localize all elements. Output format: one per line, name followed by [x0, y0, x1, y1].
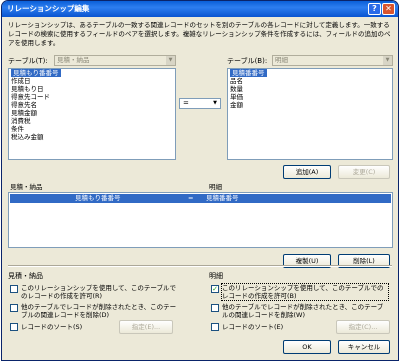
field-list-item[interactable]: 得意先名: [9, 101, 175, 109]
criteria-operator: =: [188, 194, 194, 202]
left-delete-related-label: 他のテーブルでレコードが削除されたとき、このテーブルの関連レコードを削除(D): [21, 303, 177, 319]
field-list-item-label: 得意先名: [11, 101, 37, 109]
relationship-dialog: リレーションシップ編集 ? ✕ リレーションシップは、あるテーブルの一致する関連…: [1, 0, 399, 361]
right-allow-create-label: このリレーションシップを使用して、このテーブルでのレコードの作成を許可(B): [221, 283, 389, 301]
check-icon: ✓: [212, 285, 218, 293]
description-text: リレーションシップは、あるテーブルの一致する関連レコードのセットを別のテーブルの…: [8, 21, 391, 47]
field-list-item-label: 条件: [11, 125, 24, 133]
right-delete-related-checkbox[interactable]: [211, 304, 219, 312]
field-list-item-label: 見積もり番番号: [11, 69, 61, 77]
operator-select[interactable]: = ▼: [179, 98, 221, 109]
criteria-left-field: 見積もり番番号: [75, 194, 121, 202]
left-allow-create-checkbox[interactable]: [10, 285, 18, 293]
field-list-item[interactable]: 得意先コード: [9, 93, 175, 101]
field-list-item-label: 金額: [230, 101, 243, 109]
criteria-list[interactable]: 見積もり番番号 = 見積番番号: [8, 192, 393, 248]
chevron-down-icon: ▼: [383, 56, 392, 65]
right-table-value: 明細: [275, 56, 288, 64]
field-list-item[interactable]: 単価: [228, 93, 392, 101]
options-left-header: 見積・納品: [8, 272, 43, 280]
field-list-item-label: 税込み金額: [11, 133, 44, 141]
add-button[interactable]: 追加(A): [283, 165, 331, 179]
field-list-item-label: 単価: [230, 93, 243, 101]
criteria-row[interactable]: 見積もり番番号 = 見積番番号: [10, 194, 391, 203]
left-delete-related-checkbox[interactable]: [10, 304, 18, 312]
options-right-header: 明細: [209, 272, 223, 280]
field-list-item[interactable]: 金額: [228, 101, 392, 109]
right-field-list[interactable]: 見積番番号 品名 数量 単価 金額: [227, 68, 393, 160]
right-table-combo: 明細 ▼: [272, 55, 393, 66]
field-list-item-label: 消費税: [11, 117, 31, 125]
field-list-item[interactable]: 品名: [228, 77, 392, 85]
chevron-down-icon: ▼: [210, 99, 220, 108]
close-button[interactable]: ✕: [382, 3, 395, 15]
criteria-right-header: 明細: [209, 183, 222, 191]
right-sort-spec-button[interactable]: 指定(C)...: [336, 320, 390, 334]
left-sort-spec-button[interactable]: 指定(E)...: [119, 320, 173, 334]
criteria-right-field: 見積番番号: [206, 194, 239, 202]
field-list-item[interactable]: 消費税: [9, 117, 175, 125]
field-list-item-label: 作成日: [11, 77, 31, 85]
field-list-item-label: 見積もり日: [11, 85, 44, 93]
operator-value: =: [183, 99, 189, 107]
help-button[interactable]: ?: [368, 3, 381, 15]
left-sort-checkbox[interactable]: [10, 323, 18, 331]
field-list-item[interactable]: 作成日: [9, 77, 175, 85]
field-list-item-label: 見積金額: [11, 109, 37, 117]
right-sort-label: レコードのソート(E): [222, 323, 284, 331]
field-list-item[interactable]: 見積もり番番号: [9, 69, 175, 77]
right-table-label: テーブル(B):: [227, 57, 268, 65]
change-button[interactable]: 変更(C): [338, 165, 390, 179]
criteria-left-header: 見積・納品: [10, 183, 43, 191]
field-list-item[interactable]: 見積金額: [9, 109, 175, 117]
left-table-value: 見積・納品: [57, 56, 90, 64]
field-list-item[interactable]: 税込み金額: [9, 133, 175, 141]
field-list-item[interactable]: 条件: [9, 125, 175, 133]
field-list-item-label: 品名: [230, 77, 243, 85]
field-list-item-label: 数量: [230, 85, 243, 93]
right-sort-checkbox[interactable]: [211, 323, 219, 331]
left-allow-create-label: このリレーションシップを使用して、このテーブルでのレコードの作成を許可(R): [21, 284, 176, 300]
cancel-button[interactable]: キャンセル: [338, 340, 390, 354]
field-list-item-label: 得意先コード: [11, 93, 50, 101]
title-bar[interactable]: リレーションシップ編集 ? ✕: [2, 1, 398, 17]
right-delete-related-label: 他のテーブルでレコードが削除されたとき、このテーブルの関連レコードを削除(W): [222, 303, 384, 319]
field-list-item[interactable]: 見積もり日: [9, 85, 175, 93]
divider: [8, 265, 392, 267]
left-sort-label: レコードのソート(S): [21, 323, 83, 331]
field-list-item[interactable]: 見積番番号: [228, 69, 392, 77]
field-list-item[interactable]: 数量: [228, 85, 392, 93]
chevron-down-icon: ▼: [166, 56, 175, 65]
left-table-combo: 見積・納品 ▼: [54, 55, 176, 66]
field-list-item-label: 見積番番号: [230, 69, 267, 77]
left-field-list[interactable]: 見積もり番番号 作成日 見積もり日 得意先コード 得意先名 見積金額 消費税 条件 税込み金額: [8, 68, 176, 160]
ok-button[interactable]: OK: [283, 340, 331, 354]
window-title: リレーションシップ編集: [7, 4, 90, 13]
right-allow-create-checkbox[interactable]: ✓: [211, 285, 219, 293]
left-table-label: テーブル(T):: [8, 57, 48, 65]
